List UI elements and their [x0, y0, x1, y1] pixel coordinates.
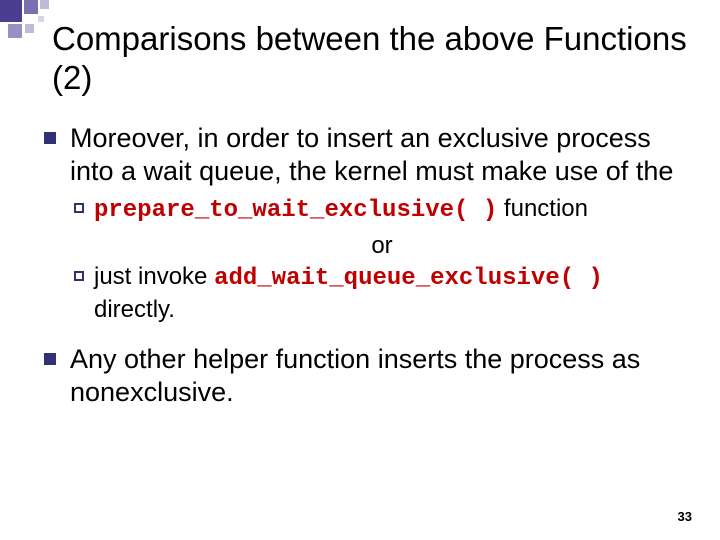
bullet-text: Moreover, in order to insert an exclusiv… — [70, 122, 690, 188]
dec-square — [40, 0, 49, 9]
text-span: just invoke — [94, 263, 214, 290]
code-span: prepare_to_wait_exclusive( ) — [94, 197, 497, 224]
bullet-text: Any other helper function inserts the pr… — [70, 343, 690, 409]
or-separator: or — [74, 231, 690, 260]
page-number: 33 — [678, 509, 692, 524]
text-span: directly. — [94, 296, 175, 323]
bullet-level1: Moreover, in order to insert an exclusiv… — [44, 122, 690, 188]
dec-square — [8, 24, 22, 38]
code-span: add_wait_queue_exclusive( ) — [214, 265, 603, 292]
hollow-square-bullet-icon — [74, 203, 84, 213]
slide-body: Moreover, in order to insert an exclusiv… — [44, 122, 690, 415]
slide-title: Comparisons between the above Functions … — [52, 20, 690, 98]
bullet-level1: Any other helper function inserts the pr… — [44, 343, 690, 409]
filled-square-bullet-icon — [44, 132, 56, 144]
dec-square — [0, 0, 22, 22]
dec-square — [24, 0, 38, 14]
bullet-text: prepare_to_wait_exclusive( ) function — [94, 194, 690, 227]
bullet-text: just invoke add_wait_queue_exclusive( ) … — [94, 262, 690, 325]
bullet-level2: just invoke add_wait_queue_exclusive( ) … — [74, 262, 690, 325]
hollow-square-bullet-icon — [74, 271, 84, 281]
bullet-level2: prepare_to_wait_exclusive( ) function — [74, 194, 690, 227]
text-span: function — [497, 195, 588, 222]
dec-square — [38, 16, 44, 22]
filled-square-bullet-icon — [44, 353, 56, 365]
dec-square — [25, 24, 34, 33]
